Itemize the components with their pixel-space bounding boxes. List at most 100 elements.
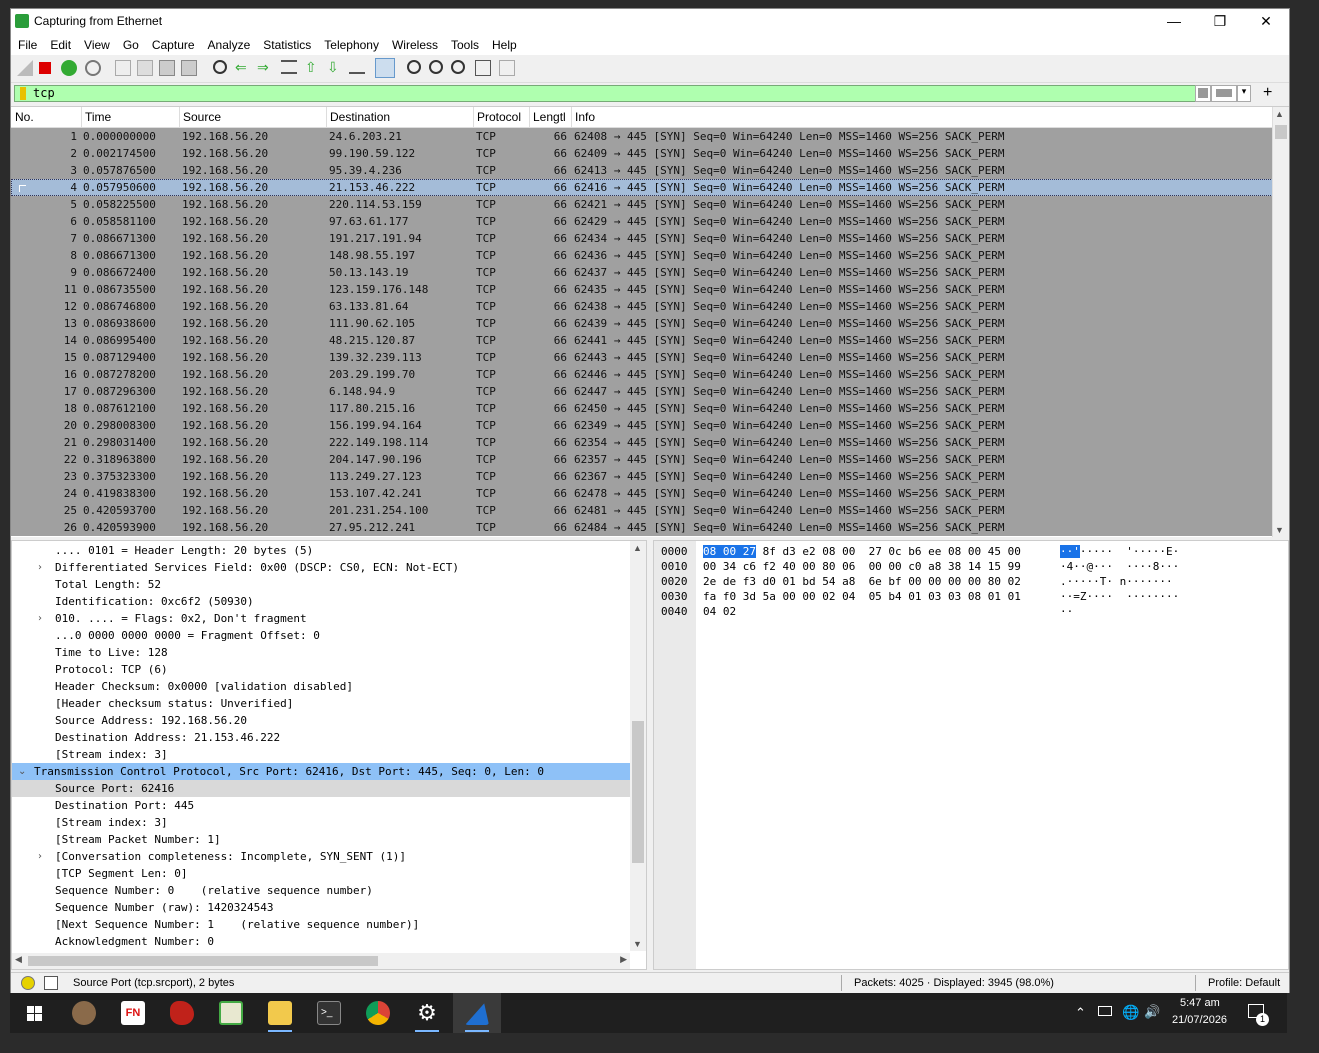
autoscroll-icon[interactable] xyxy=(349,60,365,74)
minimize-button[interactable]: — xyxy=(1151,9,1197,35)
colorize-icon[interactable] xyxy=(375,58,395,78)
packet-row[interactable]: 11 0.086735500 192.168.56.20 123.159.176.14… xyxy=(11,281,1273,298)
hex-bytes[interactable]: 08 00 27 8f d3 e2 08 00 27 0c b6 ee 08 0… xyxy=(703,544,1021,559)
battery-icon[interactable] xyxy=(1098,1006,1112,1016)
packet-row[interactable]: 13 0.086938600 192.168.56.20 111.90.62.105 T… xyxy=(11,315,1273,332)
hex-ascii[interactable]: ··=Z···· ········ xyxy=(1060,589,1179,604)
detail-row[interactable]: [Stream Packet Number: 1] xyxy=(12,831,630,848)
col-source[interactable]: Source xyxy=(183,110,221,124)
app-chili-icon[interactable] xyxy=(170,1001,194,1025)
collapsed-arrow-icon[interactable]: › xyxy=(38,559,42,576)
app-fn-icon[interactable]: FN xyxy=(121,1001,145,1025)
packet-row[interactable]: 15 0.087129400 192.168.56.20 139.32.239.113… xyxy=(11,349,1273,366)
menu-edit[interactable]: Edit xyxy=(43,35,77,53)
detail-row[interactable]: Protocol: TCP (6) xyxy=(12,661,630,678)
detail-row[interactable]: Sequence Number: 0 (relative sequence nu… xyxy=(12,882,630,899)
detail-row[interactable]: Destination Port: 445 xyxy=(12,797,630,814)
detail-row[interactable]: Sequence Number (raw): 1420324543 xyxy=(12,899,630,916)
menu-tools[interactable]: Tools xyxy=(444,35,485,53)
detail-row[interactable]: › 010. .... = Flags: 0x2, Don't fragment xyxy=(12,610,630,627)
tray-chevron-icon[interactable]: ⌃ xyxy=(1075,1005,1086,1021)
hex-bytes[interactable]: 2e de f3 d0 01 bd 54 a8 6e bf 00 00 00 0… xyxy=(703,574,1021,589)
detail-row[interactable]: ...0 0000 0000 0000 = Fragment Offset: 0 xyxy=(12,627,630,644)
go-back-icon[interactable]: ⇐ xyxy=(235,60,251,76)
capture-options-icon[interactable] xyxy=(85,60,101,76)
app-portrait-icon[interactable] xyxy=(72,1001,96,1025)
packet-row[interactable]: 18 0.087612100 192.168.56.20 117.80.215.16 T… xyxy=(11,400,1273,417)
detail-row[interactable]: [Stream index: 3] xyxy=(12,746,630,763)
col-length[interactable]: Lengtl xyxy=(533,110,566,124)
add-filter-button-icon[interactable]: + xyxy=(1263,84,1272,102)
close-button[interactable]: ✕ xyxy=(1243,9,1289,35)
packet-row[interactable]: 9 0.086672400 192.168.56.20 50.13.143.19 TCP… xyxy=(11,264,1273,281)
clear-filter-icon[interactable] xyxy=(1195,85,1211,102)
start-capture-icon[interactable] xyxy=(17,60,33,76)
col-time[interactable]: Time xyxy=(85,110,111,124)
go-forward-icon[interactable]: ⇒ xyxy=(257,60,273,76)
app-notes-icon[interactable] xyxy=(219,1001,243,1025)
col-info[interactable]: Info xyxy=(575,110,595,124)
settings-gear-icon[interactable]: ⚙ xyxy=(415,1001,439,1025)
packet-row[interactable]: 5 0.058225500 192.168.56.20 220.114.53.159 T… xyxy=(11,196,1273,213)
bookmark-icon[interactable] xyxy=(20,87,26,100)
restart-capture-icon[interactable] xyxy=(61,60,77,76)
expanded-arrow-icon[interactable]: ⌄ xyxy=(18,763,26,780)
packet-row[interactable]: 12 0.086746800 192.168.56.20 63.133.81.64 TC… xyxy=(11,298,1273,315)
details-vertical-scrollbar[interactable]: ▲ ▼ xyxy=(630,541,646,951)
status-profile[interactable]: Profile: Default xyxy=(1208,977,1280,989)
find-packet-icon[interactable] xyxy=(213,60,227,74)
detail-row[interactable]: Source Port: 62416 xyxy=(12,780,630,797)
detail-row[interactable]: › [Conversation completeness: Incomplete,… xyxy=(12,848,630,865)
first-packet-icon[interactable]: ⇧ xyxy=(305,60,321,76)
filter-dropdown-icon[interactable]: ▾ xyxy=(1237,85,1251,102)
col-no[interactable]: No. xyxy=(15,110,34,124)
clock-date[interactable]: 21/07/2026 xyxy=(1172,1014,1227,1026)
detail-row[interactable]: [Stream index: 3] xyxy=(12,814,630,831)
detail-row[interactable]: Total Length: 52 xyxy=(12,576,630,593)
detail-row[interactable]: Identification: 0xc6f2 (50930) xyxy=(12,593,630,610)
menu-help[interactable]: Help xyxy=(485,35,523,53)
windows-start-icon[interactable] xyxy=(23,1001,47,1025)
packet-list-scrollbar[interactable]: ▲ ▼ xyxy=(1272,107,1289,537)
reload-file-icon[interactable] xyxy=(181,60,197,76)
packet-row[interactable]: 17 0.087296300 192.168.56.20 6.148.94.9 TCP 6… xyxy=(11,383,1273,400)
file-explorer-icon[interactable] xyxy=(268,1001,292,1025)
go-to-packet-icon[interactable] xyxy=(281,60,297,74)
ascii-selected[interactable]: ··' xyxy=(1060,545,1080,558)
hex-bytes[interactable]: 00 34 c6 f2 40 00 80 06 00 00 c0 a8 38 1… xyxy=(703,559,1021,574)
detail-row[interactable]: [Header checksum status: Unverified] xyxy=(12,695,630,712)
hex-bytes[interactable]: fa f0 3d 5a 00 00 02 04 05 b4 01 03 03 0… xyxy=(703,589,1021,604)
menu-file[interactable]: File xyxy=(11,35,43,53)
detail-row[interactable]: Time to Live: 128 xyxy=(12,644,630,661)
packet-row[interactable]: 16 0.087278200 192.168.56.20 203.29.199.70 T… xyxy=(11,366,1273,383)
collapsed-arrow-icon[interactable]: › xyxy=(38,610,42,627)
packet-row[interactable]: 8 0.086671300 192.168.56.20 148.98.55.197 TC… xyxy=(11,247,1273,264)
display-filter-input[interactable]: tcp xyxy=(14,85,1196,102)
expert-info-icon[interactable] xyxy=(21,976,35,990)
menu-telephony[interactable]: Telephony xyxy=(317,35,385,53)
apply-filter-icon[interactable] xyxy=(1211,85,1237,102)
menu-analyze[interactable]: Analyze xyxy=(201,35,257,53)
packet-row[interactable]: 14 0.086995400 192.168.56.20 48.215.120.87 T… xyxy=(11,332,1273,349)
hex-ascii[interactable]: .·····T· n······· xyxy=(1060,574,1173,589)
packet-row[interactable]: 21 0.298031400 192.168.56.20 222.149.198.11… xyxy=(11,434,1273,451)
packet-row[interactable]: 22 0.318963800 192.168.56.20 204.147.90.196… xyxy=(11,451,1273,468)
terminal-icon[interactable]: >_ xyxy=(317,1001,341,1025)
restore-button[interactable]: ❐ xyxy=(1197,9,1243,35)
packet-row[interactable]: 26 0.420593900 192.168.56.20 27.95.212.241 T… xyxy=(11,519,1273,536)
chrome-icon[interactable] xyxy=(366,1001,390,1025)
resize-columns-icon[interactable] xyxy=(475,60,491,76)
close-file-icon[interactable] xyxy=(159,60,175,76)
detail-row[interactable]: › Differentiated Services Field: 0x00 (DS… xyxy=(12,559,630,576)
detail-row[interactable]: Acknowledgment Number: 0 xyxy=(12,933,630,950)
hex-bytes[interactable]: 04 02 xyxy=(703,604,736,619)
zoom-in-icon[interactable] xyxy=(407,60,421,74)
clock-time[interactable]: 5:47 am xyxy=(1180,997,1220,1009)
collapsed-arrow-icon[interactable]: › xyxy=(38,848,42,865)
menu-wireless[interactable]: Wireless xyxy=(385,35,444,53)
detail-row[interactable]: Destination Address: 21.153.46.222 xyxy=(12,729,630,746)
hex-ascii[interactable]: ·4··@··· ····8··· xyxy=(1060,559,1179,574)
detail-row[interactable]: [Next Sequence Number: 1 (relative seque… xyxy=(12,916,630,933)
hex-ascii[interactable]: ··'····· '·····E· xyxy=(1060,544,1179,559)
last-packet-icon[interactable]: ⇩ xyxy=(327,60,343,76)
